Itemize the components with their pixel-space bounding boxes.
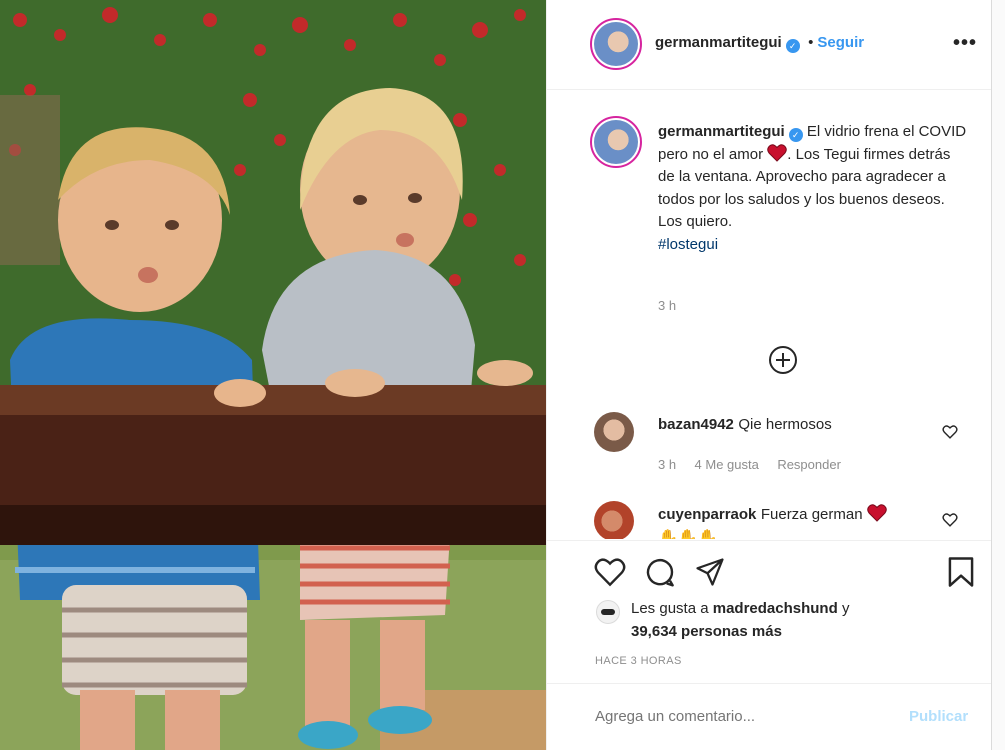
commenter-avatar[interactable] <box>594 501 634 539</box>
liker-username[interactable]: madredachshund <box>713 600 838 617</box>
commenter-avatar[interactable] <box>594 412 634 452</box>
comment-row: cuyenparraok Fuerza german <box>658 504 887 524</box>
more-options-icon[interactable]: ••• <box>953 32 977 55</box>
comment-row: bazan4942 Qie hermosos <box>658 416 832 434</box>
likes-count[interactable]: 39,634 personas más <box>631 623 782 640</box>
share-send-icon[interactable] <box>695 557 725 592</box>
publish-button[interactable]: Publicar <box>909 708 968 725</box>
clapping-emoji-icon: ✋✋✋ <box>658 530 718 539</box>
likes-prefix: Les gusta a <box>631 600 709 617</box>
comment-username[interactable]: bazan4942 <box>658 416 734 433</box>
plus-circle-icon[interactable] <box>768 345 798 375</box>
post-side-panel: germanmartitegui ✓ • Seguir ••• germanmart… <box>546 0 1005 750</box>
post-caption: germanmartitegui ✓ El vidrio frena el COV… <box>658 121 968 256</box>
add-comment-bar: Publicar <box>547 683 992 750</box>
comment-time: 3 h <box>658 457 677 472</box>
comment-row-partial: cuyenparraok Fuerza german ✋✋✋ <box>547 495 992 539</box>
author-username[interactable]: germanmartitegui <box>655 34 782 51</box>
comment-meta: 3 h 4 Me gusta Responder <box>658 456 841 474</box>
likes-line: Les gusta a madredachshund y <box>631 600 849 617</box>
liker-avatar[interactable] <box>596 600 620 624</box>
bookmark-save-icon[interactable] <box>947 556 975 593</box>
comment-text: Fuerza german <box>760 506 863 523</box>
post-header: germanmartitegui ✓ • Seguir ••• <box>547 0 992 90</box>
follow-button[interactable]: Seguir <box>817 34 864 51</box>
author-info: germanmartitegui ✓ • Seguir <box>655 34 864 53</box>
comment-like-heart-icon[interactable] <box>942 513 958 527</box>
post-photo-illustration <box>0 0 546 750</box>
scrollbar-track[interactable] <box>991 0 1005 750</box>
comment-text: Qie hermosos <box>738 416 832 433</box>
caption-time: 3 h <box>658 298 677 313</box>
caption-username[interactable]: germanmartitegui <box>658 123 785 140</box>
comment-like-heart-icon[interactable] <box>942 425 958 439</box>
comment-username[interactable]: cuyenparraok <box>658 506 756 523</box>
comment-likes[interactable]: 4 Me gusta <box>695 457 759 472</box>
verified-badge-icon: ✓ <box>788 128 803 142</box>
reply-button[interactable]: Responder <box>777 457 841 472</box>
post-photo[interactable] <box>0 0 546 750</box>
red-heart-icon <box>767 143 787 163</box>
red-heart-icon <box>867 504 887 523</box>
post-timestamp[interactable]: HACE 3 HORAS <box>595 655 682 667</box>
hashtag-link[interactable]: #lostegui <box>658 236 718 253</box>
verified-badge-icon: ✓ <box>785 39 800 53</box>
likes-mid: y <box>841 600 850 617</box>
comment-bubble-icon[interactable] <box>644 556 676 593</box>
author-avatar[interactable] <box>590 18 642 70</box>
comment-input[interactable] <box>595 708 895 725</box>
caption-avatar[interactable] <box>590 116 642 168</box>
like-heart-icon[interactable] <box>594 557 626 592</box>
separator-dot: • <box>808 34 814 51</box>
